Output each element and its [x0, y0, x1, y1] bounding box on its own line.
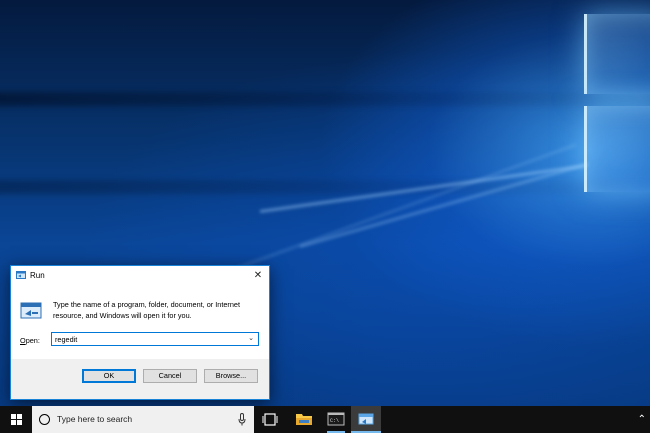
taskbar-run[interactable]	[351, 406, 381, 433]
start-icon	[11, 414, 22, 425]
cortana-circle-icon	[39, 414, 50, 425]
run-description: Type the name of a program, folder, docu…	[53, 300, 240, 320]
run-titlebar[interactable]: Run ✕	[11, 266, 269, 286]
tray-chevron-icon[interactable]: ⌃	[638, 414, 646, 425]
run-icon	[16, 271, 26, 279]
microphone-icon[interactable]	[238, 413, 246, 426]
chevron-down-icon[interactable]: ⌄	[245, 333, 257, 345]
run-dialog-footer: OK Cancel Browse...	[11, 359, 269, 399]
wallpaper-logo-pane-lower	[584, 106, 650, 192]
wallpaper-dark-band	[0, 92, 650, 106]
open-input[interactable]: regedit	[55, 335, 77, 344]
ok-button[interactable]: OK	[82, 369, 136, 383]
open-label: Open:	[20, 336, 40, 345]
task-view-button[interactable]	[256, 406, 284, 433]
taskbar-command-prompt[interactable]: C:\	[322, 406, 350, 433]
cancel-button[interactable]: Cancel	[143, 369, 197, 383]
browse-button[interactable]: Browse...	[204, 369, 258, 383]
run-program-icon	[20, 302, 42, 319]
start-button[interactable]	[0, 406, 32, 433]
wallpaper-light-beam	[299, 162, 589, 248]
wallpaper-dark-band	[0, 180, 650, 194]
file-explorer-icon	[296, 414, 312, 425]
run-icon	[358, 413, 374, 425]
run-dialog-title: Run	[30, 271, 45, 280]
run-dialog: Run ✕ Type the name of a program, folder…	[10, 265, 270, 400]
wallpaper-light-beam	[199, 143, 577, 283]
taskbar-file-explorer[interactable]	[290, 406, 318, 433]
search-placeholder: Type here to search	[57, 414, 133, 424]
taskbar-search-box[interactable]: Type here to search	[32, 406, 254, 433]
wallpaper-logo-pane-upper	[584, 14, 650, 94]
command-prompt-icon: C:\	[327, 412, 345, 426]
open-combobox[interactable]: regedit ⌄	[51, 332, 259, 346]
svg-text:C:\: C:\	[330, 418, 339, 424]
task-view-icon	[262, 413, 278, 426]
close-icon[interactable]: ✕	[247, 266, 269, 286]
taskbar: Type here to search C:\ ⌃	[0, 406, 650, 433]
